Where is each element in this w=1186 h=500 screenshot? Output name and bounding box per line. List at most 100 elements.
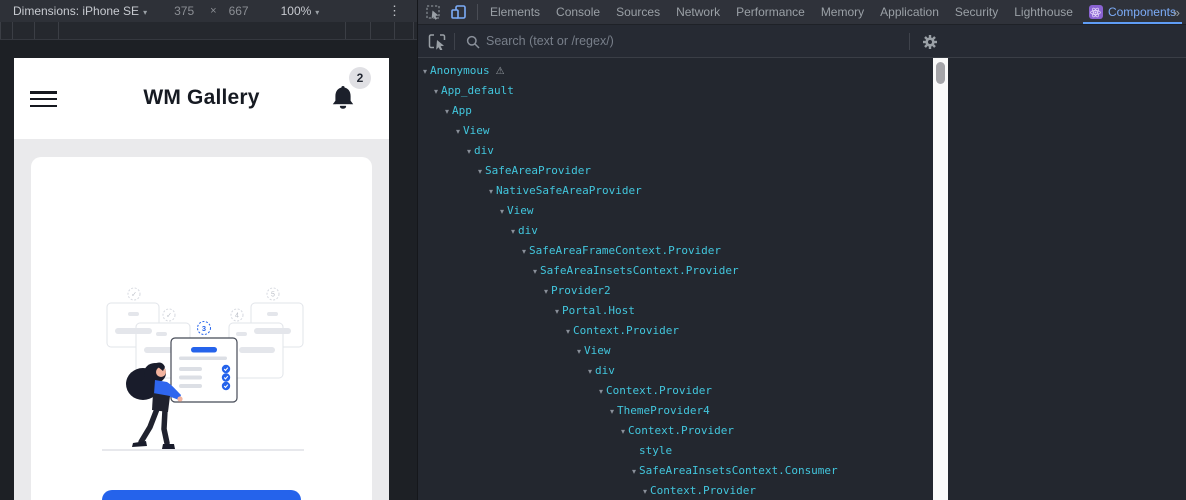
inspect-element-icon[interactable] xyxy=(426,5,441,20)
empty-state-illustration: ✓ ✓ 4 5 3 xyxy=(94,285,309,455)
expand-arrow-icon[interactable]: ▾ xyxy=(530,262,540,282)
tree-row[interactable]: ▾Context.Provider xyxy=(418,421,933,441)
more-options-menu[interactable]: ⋮ xyxy=(388,3,401,19)
gear-icon[interactable] xyxy=(922,34,938,50)
expand-arrow-icon[interactable]: ▾ xyxy=(574,342,584,362)
component-name: SafeAreaInsetsContext.Provider xyxy=(540,264,739,277)
svg-text:3: 3 xyxy=(202,324,206,333)
react-logo-icon xyxy=(1089,5,1103,19)
dimensions-select[interactable]: Dimensions: iPhone SE▾ xyxy=(13,4,147,18)
search-divider xyxy=(909,33,910,50)
app-body: ✓ ✓ 4 5 3 xyxy=(14,139,389,500)
expand-arrow-icon[interactable]: ▾ xyxy=(541,282,551,302)
expand-arrow-icon[interactable]: ▾ xyxy=(629,462,639,482)
more-tabs-button[interactable]: » xyxy=(1173,0,1180,25)
expand-arrow-icon[interactable]: ▾ xyxy=(508,222,518,242)
component-name: View xyxy=(463,124,490,137)
device-screen: WM Gallery 2 xyxy=(14,58,389,500)
component-name: Context.Provider xyxy=(650,484,756,497)
device-toolbar-icon[interactable] xyxy=(451,5,467,19)
chevron-down-icon: ▾ xyxy=(315,8,319,17)
tree-row[interactable]: ▾Context.Provider xyxy=(418,321,933,341)
expand-arrow-icon[interactable]: ▾ xyxy=(486,182,496,202)
tree-row[interactable]: ▾View xyxy=(418,201,933,221)
tab-sources[interactable]: Sources xyxy=(608,0,668,24)
tab-console[interactable]: Console xyxy=(548,0,608,24)
zoom-select[interactable]: 100%▾ xyxy=(281,4,320,18)
component-name: Anonymous xyxy=(430,64,490,77)
expand-arrow-icon[interactable]: ▾ xyxy=(475,162,485,182)
expand-arrow-icon[interactable]: ▾ xyxy=(640,482,650,500)
tree-row[interactable]: ▾Portal.Host xyxy=(418,301,933,321)
tree-row[interactable]: ▾div xyxy=(418,221,933,241)
component-name: SafeAreaInsetsContext.Consumer xyxy=(639,464,838,477)
component-name: div xyxy=(518,224,538,237)
device-width-field[interactable]: 375 xyxy=(174,4,194,18)
tree-row[interactable]: ▾div xyxy=(418,141,933,161)
tree-row[interactable]: ▾div xyxy=(418,361,933,381)
warning-icon: ⚠ xyxy=(496,66,505,77)
tab-memory[interactable]: Memory xyxy=(813,0,872,24)
expand-arrow-icon[interactable]: ▾ xyxy=(618,422,628,442)
tree-row[interactable]: ▾View xyxy=(418,121,933,141)
tab-security[interactable]: Security xyxy=(947,0,1006,24)
tree-row[interactable]: ▾ThemeProvider4 xyxy=(418,401,933,421)
expand-arrow-icon[interactable]: ▾ xyxy=(563,322,573,342)
tree-row[interactable]: ▾Context.Provider xyxy=(418,481,933,500)
component-name: Provider2 xyxy=(551,284,611,297)
pane-divider xyxy=(417,0,418,500)
expand-arrow-icon[interactable]: ▾ xyxy=(552,302,562,322)
search-icon xyxy=(466,35,480,49)
search-divider xyxy=(454,33,455,50)
tree-row[interactable]: style xyxy=(418,441,933,461)
tab-elements[interactable]: Elements xyxy=(482,0,548,24)
expand-arrow-icon[interactable]: ▾ xyxy=(607,402,617,422)
notification-bell-button[interactable] xyxy=(330,85,356,112)
tab-performance[interactable]: Performance xyxy=(728,0,813,24)
primary-action-button[interactable] xyxy=(102,490,301,500)
component-name: NativeSafeAreaProvider xyxy=(496,184,642,197)
tree-row[interactable]: ▾Context.Provider xyxy=(418,381,933,401)
component-name: div xyxy=(474,144,494,157)
tree-row[interactable]: ▾SafeAreaFrameContext.Provider xyxy=(418,241,933,261)
svg-text:4: 4 xyxy=(235,313,239,320)
app-header: WM Gallery 2 xyxy=(14,58,389,139)
component-name: View xyxy=(507,204,534,217)
device-height-field[interactable]: 667 xyxy=(229,4,249,18)
tree-row[interactable]: ▾SafeAreaProvider xyxy=(418,161,933,181)
tree-scrollbar[interactable] xyxy=(933,58,948,500)
component-name: Context.Provider xyxy=(606,384,712,397)
ruler-ticks xyxy=(0,22,418,40)
tab-network[interactable]: Network xyxy=(668,0,728,24)
expand-arrow-icon[interactable]: ▾ xyxy=(596,382,606,402)
svg-text:✓: ✓ xyxy=(131,292,137,299)
expand-arrow-icon[interactable]: ▾ xyxy=(464,142,474,162)
expand-arrow-icon[interactable]: ▾ xyxy=(420,62,430,82)
expand-arrow-icon[interactable]: ▾ xyxy=(497,202,507,222)
svg-text:5: 5 xyxy=(271,292,275,299)
expand-arrow-icon[interactable]: ▾ xyxy=(519,242,529,262)
tree-row[interactable]: ▾Anonymous ⚠ xyxy=(418,61,933,81)
tree-row[interactable]: ▾Provider2 xyxy=(418,281,933,301)
expand-arrow-icon[interactable]: ▾ xyxy=(431,82,441,102)
expand-arrow-icon[interactable]: ▾ xyxy=(453,122,463,142)
search-input[interactable] xyxy=(486,30,866,52)
tab-application[interactable]: Application xyxy=(872,0,947,24)
tree-row[interactable]: ▾App_default xyxy=(418,81,933,101)
tab-lighthouse[interactable]: Lighthouse xyxy=(1006,0,1081,24)
expand-arrow-icon[interactable]: ▾ xyxy=(442,102,452,122)
tree-row[interactable]: ▾View xyxy=(418,341,933,361)
device-toolbar: Dimensions: iPhone SE▾ 375 × 667 100%▾ ⋮ xyxy=(0,0,418,22)
tab-components[interactable]: Components xyxy=(1081,0,1184,24)
component-name: Context.Provider xyxy=(573,324,679,337)
component-name: div xyxy=(595,364,615,377)
components-search-row xyxy=(418,25,1186,58)
tree-row[interactable]: ▾SafeAreaInsetsContext.Consumer xyxy=(418,461,933,481)
component-name: App_default xyxy=(441,84,514,97)
scrollbar-thumb[interactable] xyxy=(936,62,945,84)
tree-row[interactable]: ▾SafeAreaInsetsContext.Provider xyxy=(418,261,933,281)
tree-row[interactable]: ▾App xyxy=(418,101,933,121)
tree-row[interactable]: ▾NativeSafeAreaProvider xyxy=(418,181,933,201)
select-element-icon[interactable] xyxy=(428,33,446,50)
expand-arrow-icon[interactable]: ▾ xyxy=(585,362,595,382)
